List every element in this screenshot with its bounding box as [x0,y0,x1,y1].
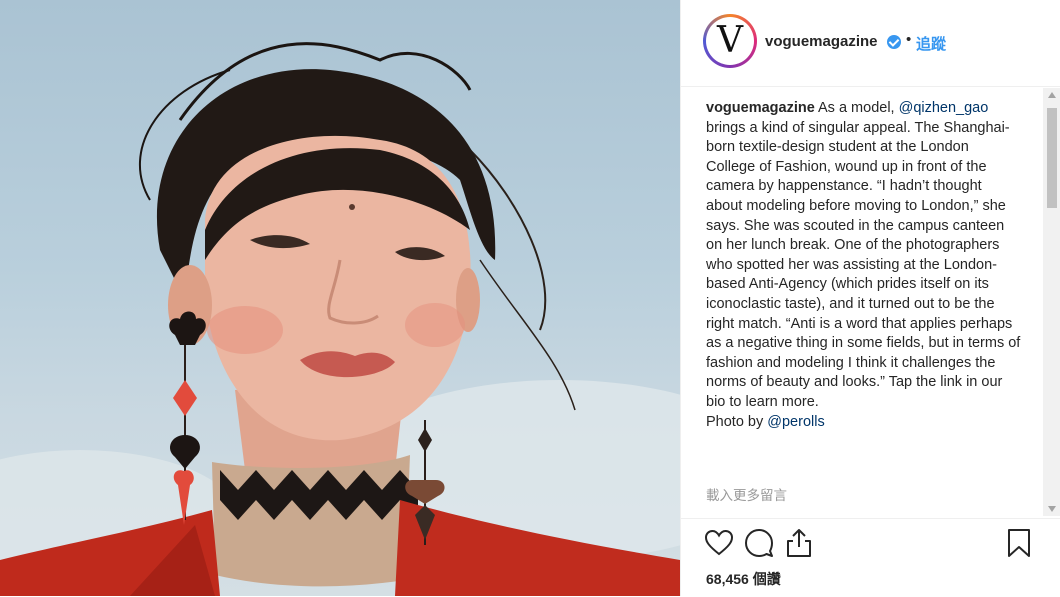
photographer-mention-link[interactable]: @perolls [767,414,824,430]
comment-icon[interactable] [743,527,775,559]
portrait-illustration [0,42,680,596]
post-caption: voguemagazine As a model, @qizhen_gao br… [706,99,1021,432]
avatar-logo: V [709,20,751,62]
likes-count[interactable]: 68,456 個讚 [706,569,781,589]
post-actions: 68,456 個讚 [681,518,1060,597]
instagram-post: V voguemagazine • 追蹤 voguemagazine As a … [0,0,1060,596]
post-sidebar: V voguemagazine • 追蹤 voguemagazine As a … [680,0,1060,596]
scroll-up-arrow-icon[interactable] [1048,92,1056,98]
share-icon[interactable] [783,527,815,559]
scrollbar-thumb[interactable] [1047,108,1057,208]
comments-area: voguemagazine As a model, @qizhen_gao br… [681,87,1043,517]
verified-badge-icon [887,35,901,49]
post-header: V voguemagazine • 追蹤 [681,0,1060,87]
bookmark-icon[interactable] [1003,527,1035,559]
follow-button[interactable]: 追蹤 [916,33,946,54]
avatar[interactable]: V [703,14,757,68]
caption-text: brings a kind of singular appeal. The Sh… [706,119,1021,410]
caption-username-link[interactable]: voguemagazine [706,100,815,116]
scroll-down-arrow-icon[interactable] [1048,506,1056,512]
photo-credit-label: Photo by [706,413,768,430]
heart-icon[interactable] [703,527,735,559]
mention-link[interactable]: @qizhen_gao [899,100,989,116]
separator-dot: • [906,31,912,48]
username-link[interactable]: voguemagazine [765,33,878,50]
caption-text-before: As a model, [818,100,899,116]
scrollbar[interactable] [1043,88,1060,516]
post-photo[interactable] [0,0,680,596]
load-more-comments-button[interactable]: 載入更多留言 [706,484,787,504]
